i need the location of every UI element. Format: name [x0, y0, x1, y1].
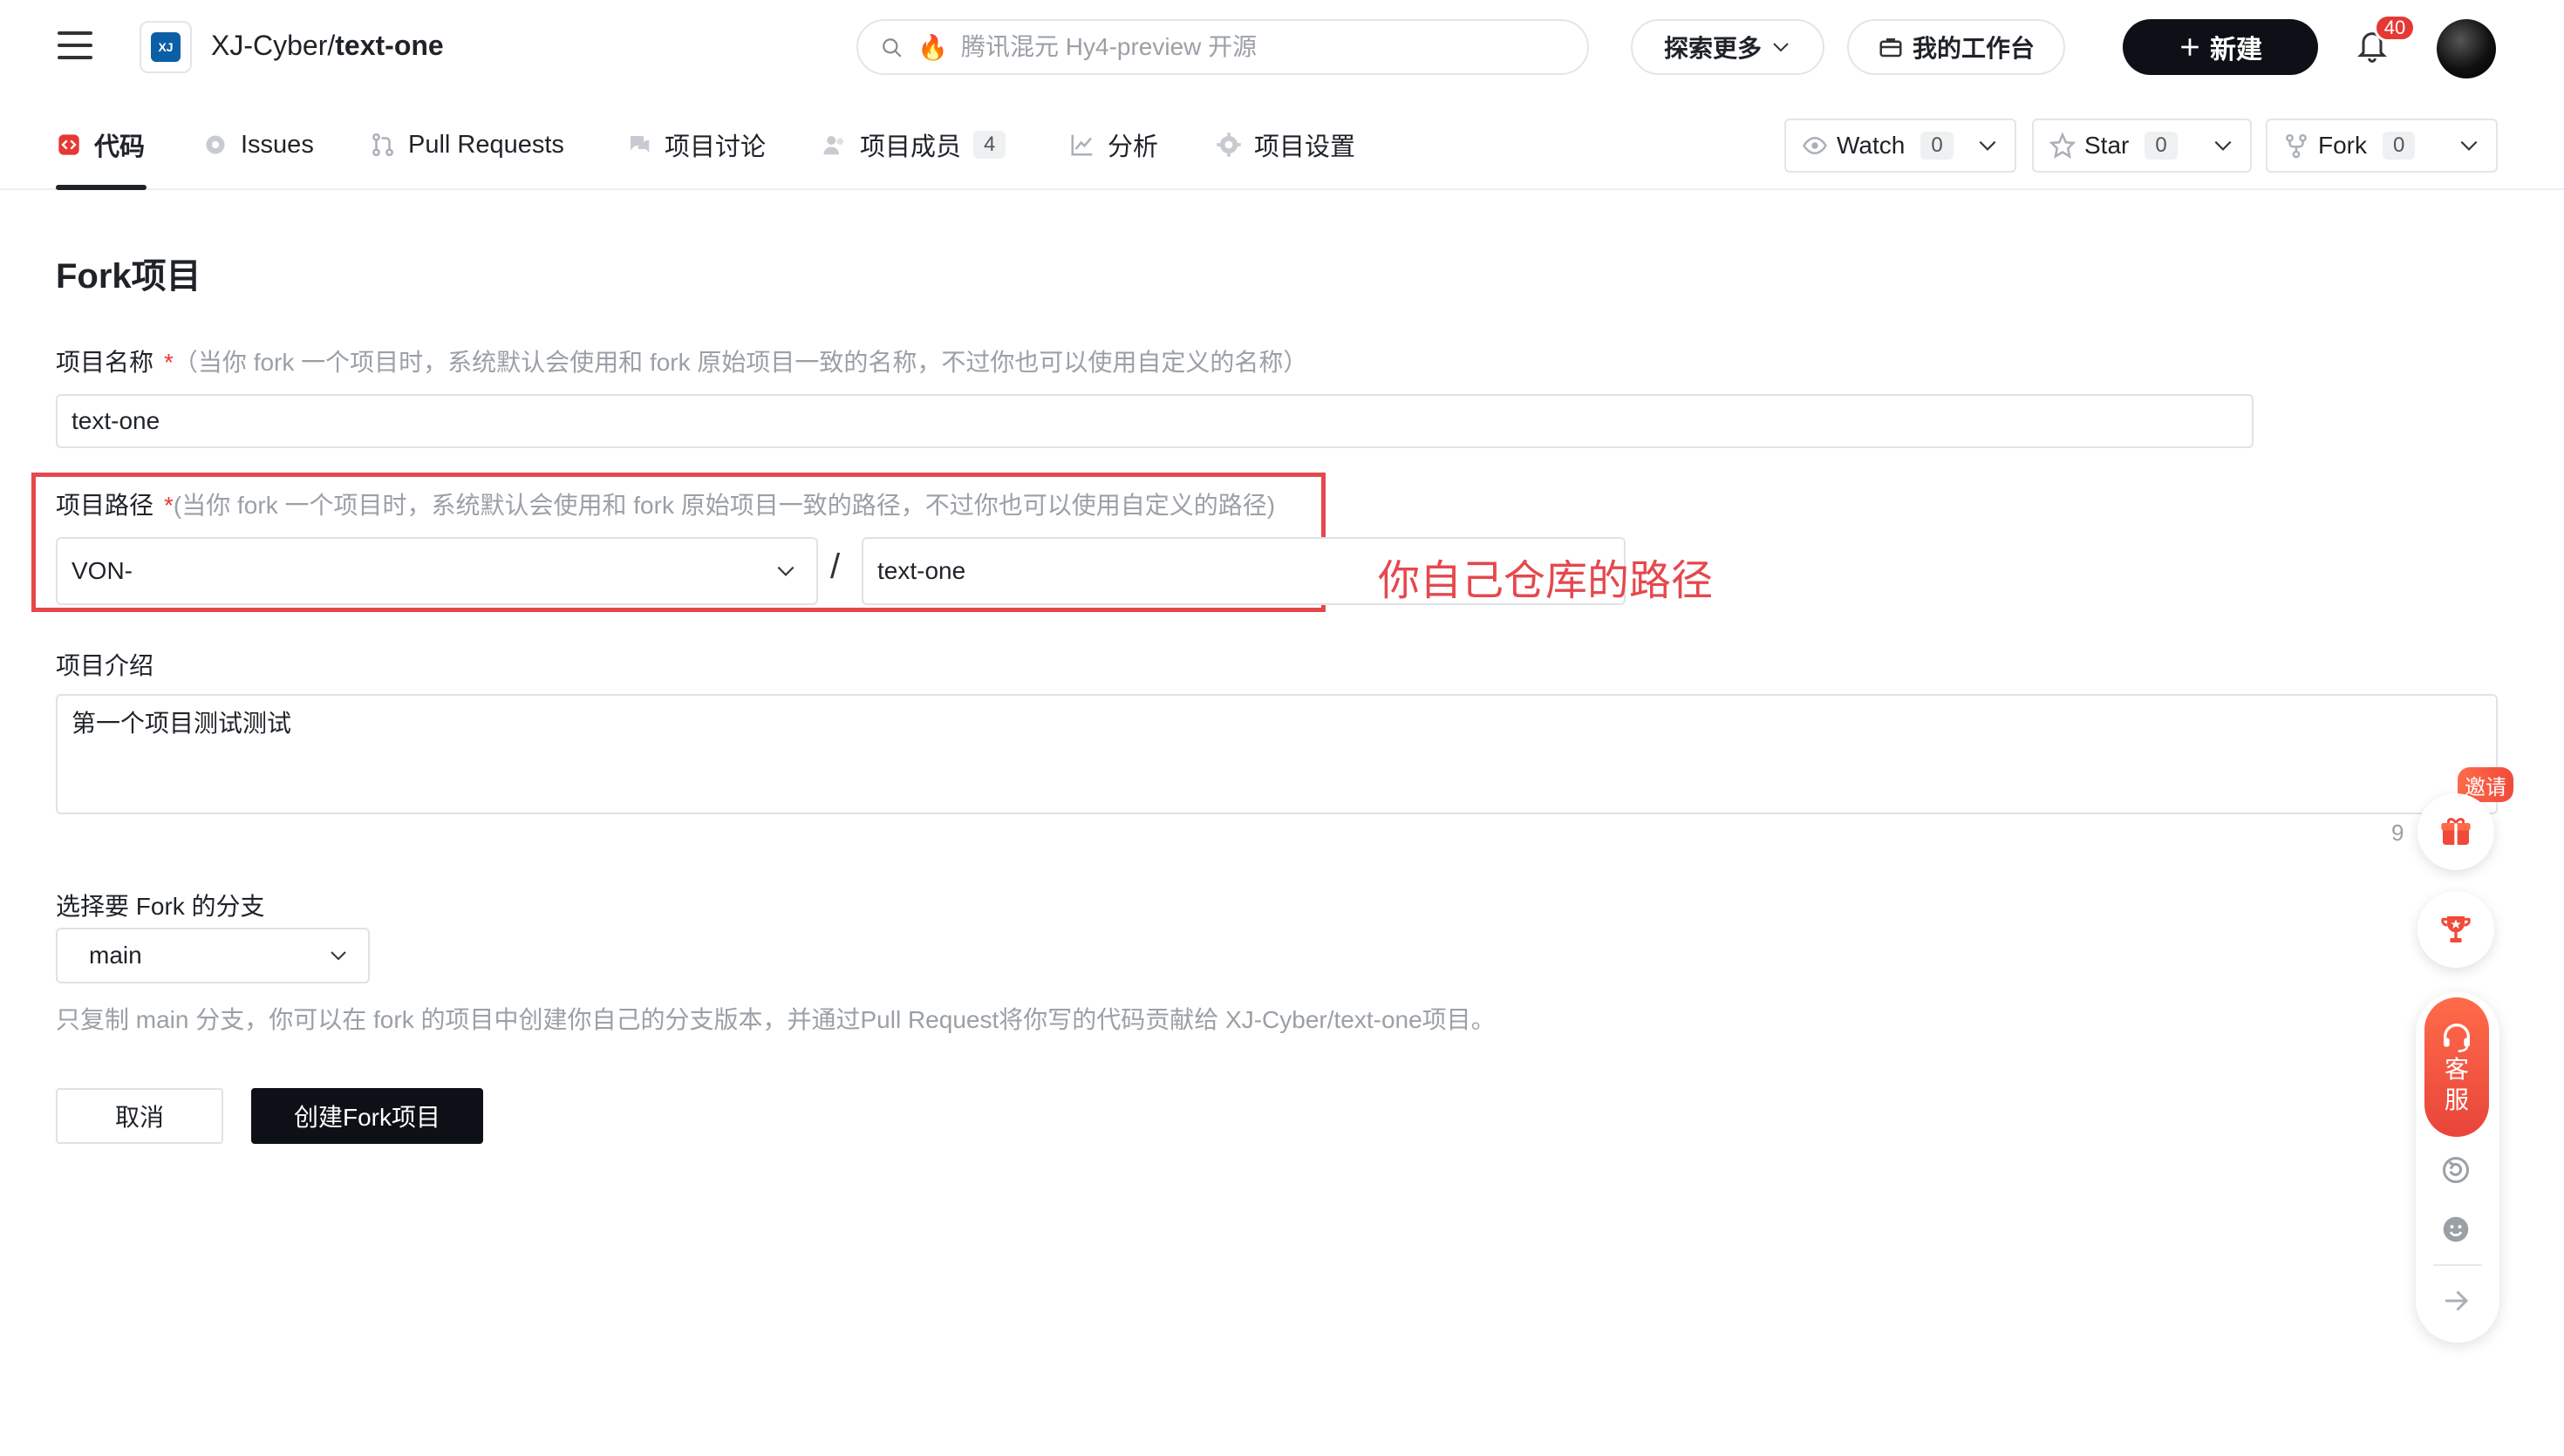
path-separator: /: [830, 548, 841, 586]
new-label: 新建: [2210, 36, 2262, 65]
chevron-down-icon[interactable]: [2458, 134, 2496, 157]
tab-label: 项目讨论: [665, 133, 767, 161]
explore-more-button[interactable]: 探索更多: [1631, 19, 1824, 75]
search-icon: [883, 38, 902, 58]
tab-discussions[interactable]: 项目讨论: [626, 127, 766, 162]
top-bar: XJ XJ-Cyber/text-one 🔥 探索更多 我的工作台 新建 40: [0, 0, 2564, 98]
avatar[interactable]: [2437, 19, 2496, 78]
char-count: 9: [2391, 820, 2404, 846]
repo-logo[interactable]: XJ: [140, 21, 192, 73]
active-tab-indicator: [56, 185, 147, 190]
namespace-select[interactable]: VON-: [56, 537, 818, 605]
chevron-down-icon: [331, 951, 346, 961]
tab-code[interactable]: 代码: [56, 127, 145, 162]
menu-icon[interactable]: [58, 31, 92, 63]
branch-label: 选择要 Fork 的分支: [56, 893, 265, 920]
path-hint: (当你 fork 一个项目时，系统默认会使用和 fork 原始项目一致的路径，不…: [173, 492, 1276, 519]
watch-count: 0: [1920, 132, 1954, 160]
annotation-text: 你自己仓库的路径: [1378, 558, 1714, 604]
notification-badge[interactable]: 40: [2374, 14, 2416, 42]
tab-label: 分析: [1108, 133, 1159, 161]
service-label-1: 客: [2444, 1056, 2469, 1083]
service-label-2: 服: [2444, 1086, 2469, 1113]
path-label: 项目路径 *(当你 fork 一个项目时，系统默认会使用和 fork 原始项目一致…: [56, 486, 1275, 521]
fire-icon: 🔥: [917, 34, 948, 61]
watch-label: Watch: [1837, 132, 1906, 159]
workbench-label: 我的工作台: [1912, 35, 2035, 62]
page-title: Fork项目: [56, 257, 201, 296]
briefcase-icon: [1879, 38, 1902, 58]
chevron-down-icon: [1773, 43, 1789, 52]
branch-select[interactable]: main: [56, 928, 370, 983]
branch-value: main: [89, 942, 142, 969]
repo-title[interactable]: XJ-Cyber/text-one: [211, 30, 444, 62]
refresh-icon[interactable]: [2438, 1153, 2473, 1187]
create-fork-button[interactable]: 创建Fork项目: [251, 1088, 483, 1144]
tab-analytics[interactable]: 分析: [1069, 127, 1158, 162]
repo-name[interactable]: text-one: [335, 30, 443, 61]
project-name-input[interactable]: [56, 394, 2254, 448]
pull-request-icon: [370, 132, 396, 158]
search-input[interactable]: [961, 31, 1554, 63]
namespace-value: VON-: [72, 557, 133, 584]
name-label-text: 项目名称: [56, 349, 154, 376]
watch-button[interactable]: Watch 0: [1784, 119, 2016, 173]
star-count: 0: [2145, 132, 2178, 160]
tab-issues[interactable]: Issues: [202, 127, 314, 162]
smile-icon[interactable]: [2438, 1212, 2473, 1247]
discussion-icon: [626, 132, 652, 158]
customer-service-button[interactable]: 客 服: [2424, 997, 2489, 1137]
chevron-down-icon[interactable]: [2212, 134, 2250, 157]
chevron-down-icon: [777, 566, 794, 576]
analytics-icon: [1069, 132, 1095, 158]
chevron-down-icon[interactable]: [1976, 134, 2015, 157]
branch-help-text: 只复制 main 分支，你可以在 fork 的项目中创建你自己的分支版本，并通过…: [56, 1006, 1496, 1033]
star-icon: [2049, 133, 2076, 159]
tab-label: 代码: [94, 133, 146, 161]
name-label: 项目名称 *（当你 fork 一个项目时，系统默认会使用和 fork 原始项目一致…: [56, 344, 1307, 378]
trophy-button[interactable]: [2417, 891, 2494, 968]
panel-divider: [2433, 1264, 2482, 1266]
tab-settings[interactable]: 项目设置: [1216, 127, 1355, 162]
required-mark: *: [164, 349, 174, 376]
tab-label: 项目成员: [860, 133, 962, 161]
arrow-right-icon[interactable]: [2438, 1283, 2473, 1318]
fork-label: Fork: [2318, 132, 2367, 159]
repo-owner[interactable]: XJ-Cyber/: [211, 30, 335, 61]
name-hint: （当你 fork 一个项目时，系统默认会使用和 fork 原始项目一致的名称，不…: [173, 349, 1308, 376]
tab-label: Pull Requests: [408, 130, 564, 159]
tab-label: Issues: [241, 130, 314, 159]
path-label-text: 项目路径: [56, 492, 154, 519]
required-mark: *: [164, 492, 174, 519]
code-icon: [56, 132, 82, 158]
workbench-button[interactable]: 我的工作台: [1847, 19, 2065, 75]
new-button[interactable]: 新建: [2123, 19, 2318, 75]
explore-more-label: 探索更多: [1663, 35, 1762, 62]
cancel-button[interactable]: 取消: [56, 1088, 223, 1144]
fork-icon: [2286, 133, 2307, 159]
issues-icon: [202, 132, 228, 158]
members-icon: [822, 132, 848, 158]
tab-pull-requests[interactable]: Pull Requests: [370, 127, 564, 162]
members-count: 4: [973, 131, 1006, 159]
star-label: Star: [2084, 132, 2130, 159]
tab-members[interactable]: 项目成员 4: [822, 127, 1006, 162]
search-bar[interactable]: 🔥: [856, 19, 1589, 75]
eye-icon: [1803, 136, 1827, 155]
fork-button[interactable]: Fork 0: [2266, 119, 2498, 173]
headset-icon: [2444, 1024, 2470, 1052]
fork-count: 0: [2383, 132, 2416, 160]
tab-label: 项目设置: [1254, 133, 1356, 161]
gift-button[interactable]: [2417, 793, 2494, 870]
gift-icon: [2441, 818, 2471, 845]
desc-label: 项目介绍: [56, 652, 154, 679]
plus-icon: [2181, 38, 2199, 56]
settings-icon: [1216, 132, 1242, 158]
star-button[interactable]: Star 0: [2032, 119, 2252, 173]
trophy-icon: [2441, 916, 2471, 942]
project-description-input[interactable]: 第一个项目测试测试: [56, 694, 2498, 814]
